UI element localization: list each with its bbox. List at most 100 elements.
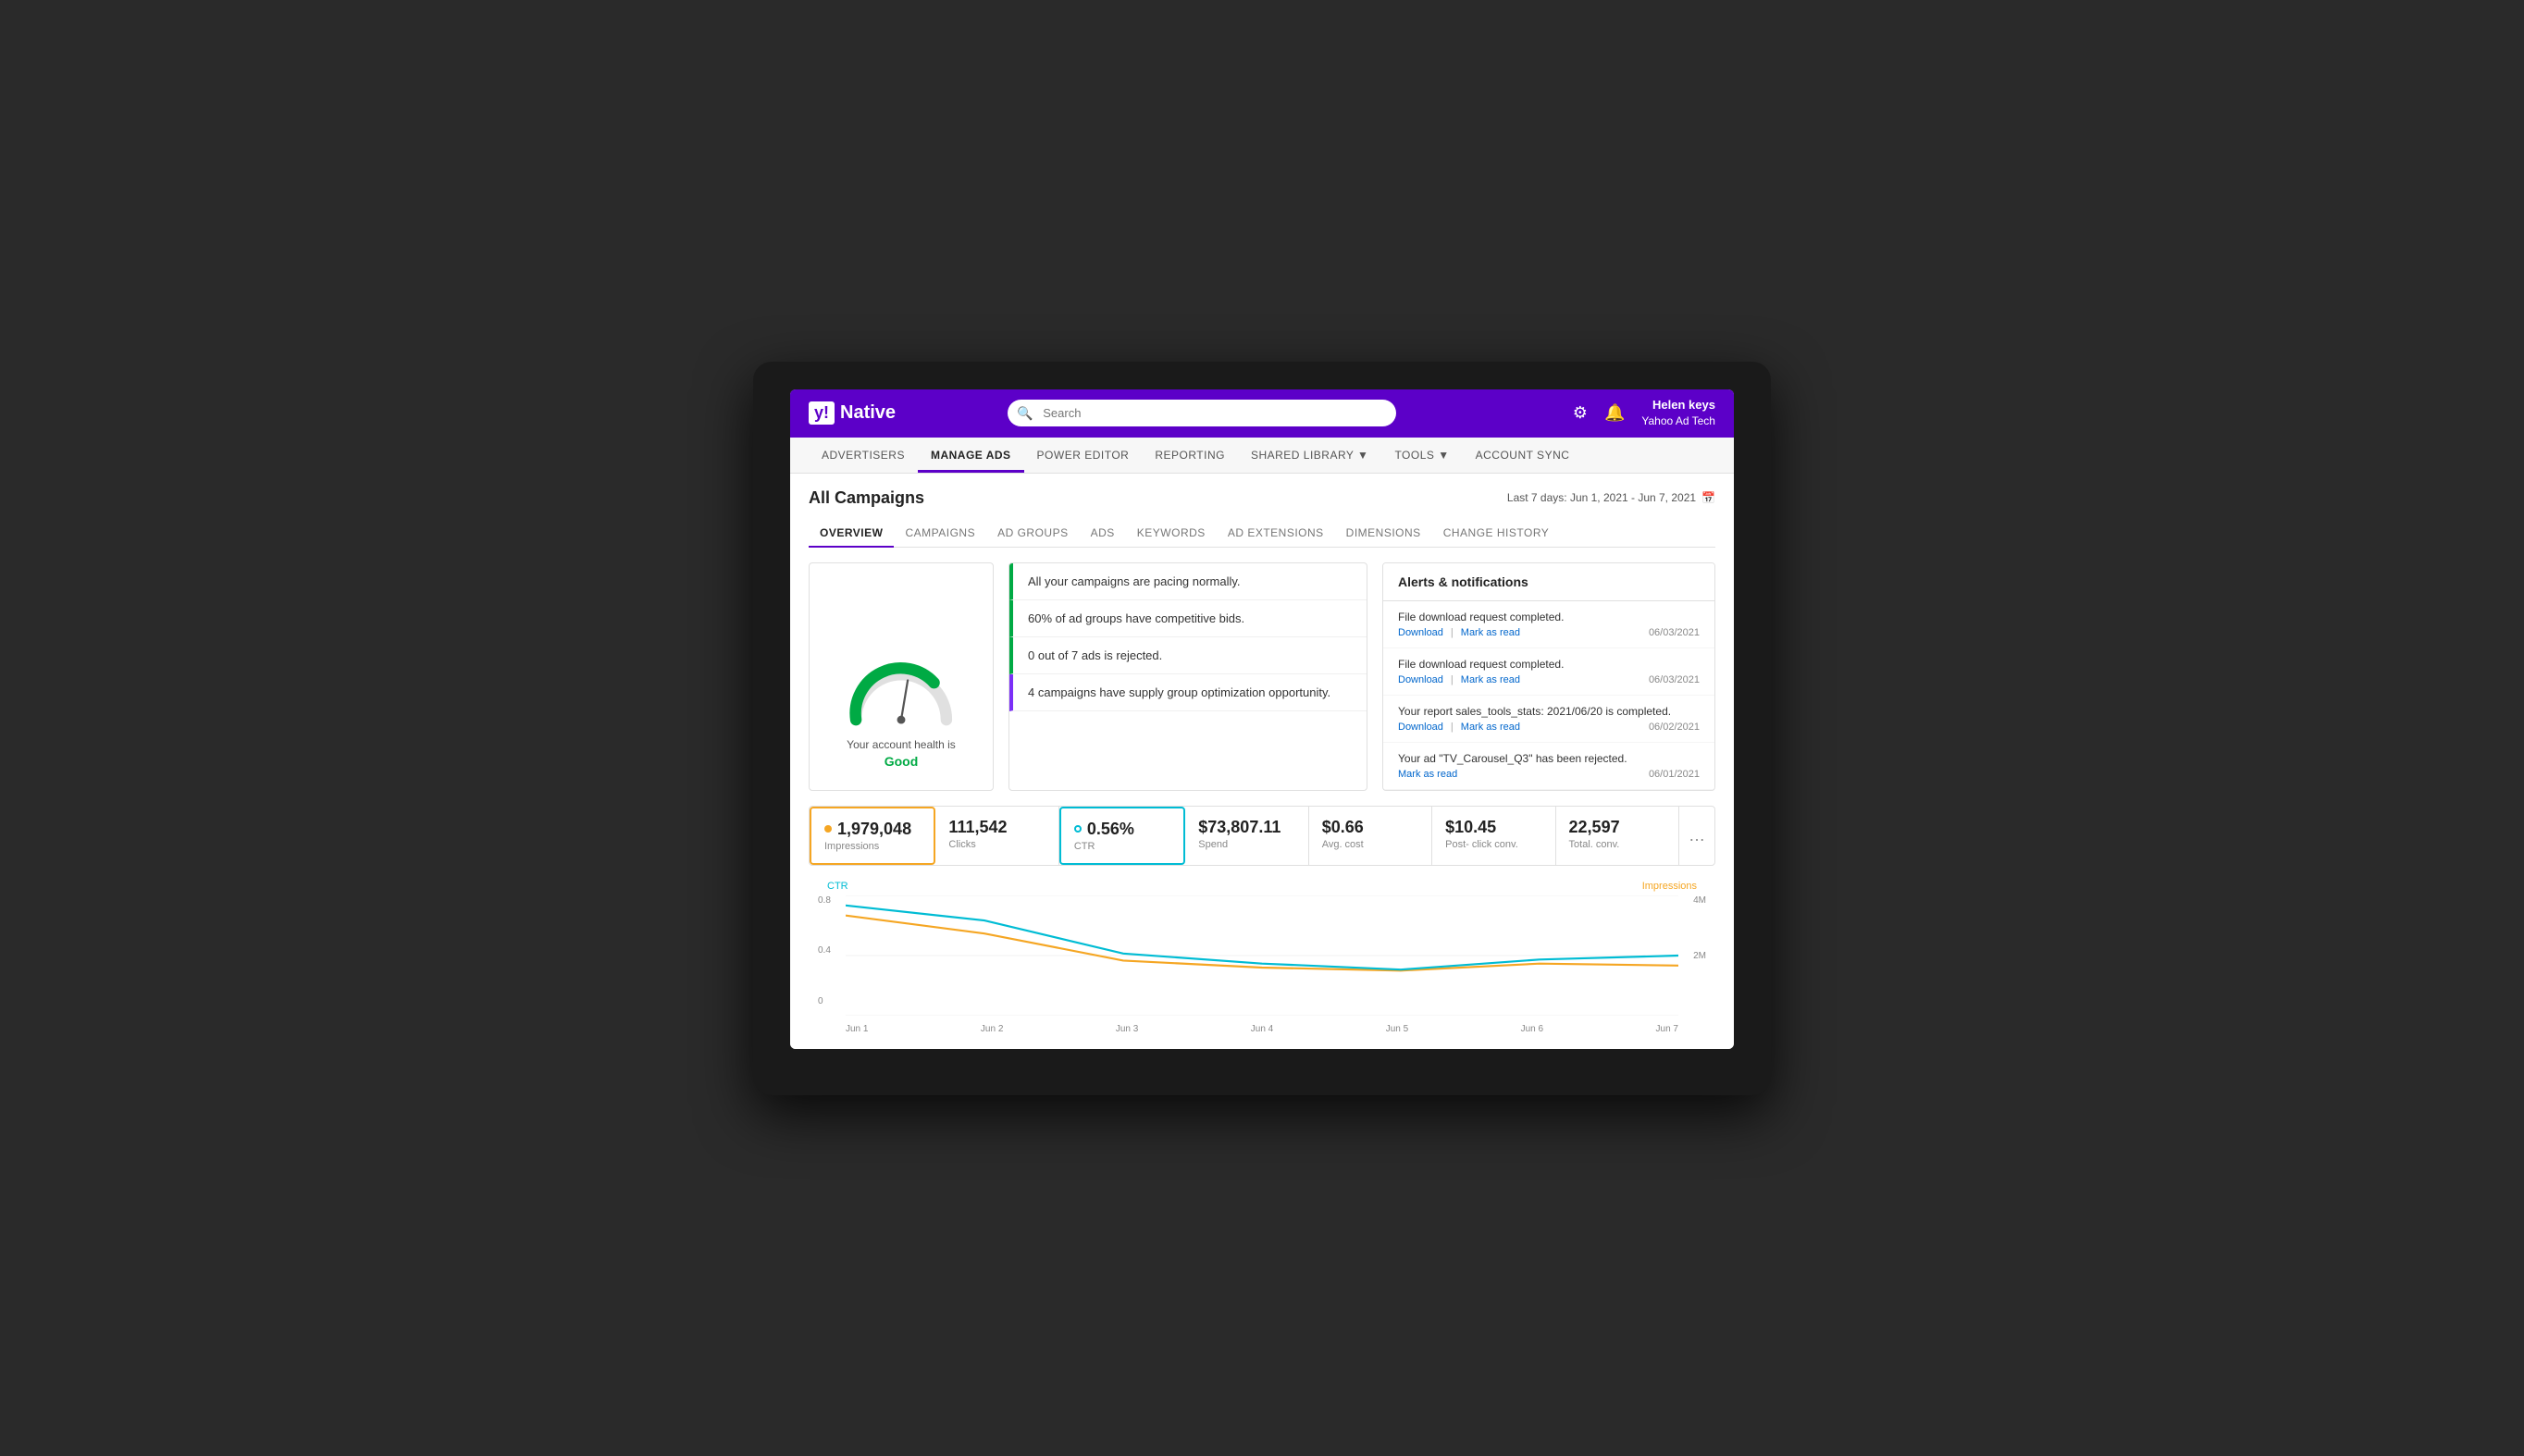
metric-post-click[interactable]: $10.45 Post- click conv.: [1432, 807, 1555, 865]
alerts-header: Alerts & notifications: [1383, 563, 1714, 601]
alerts-panel: Alerts & notifications File download req…: [1382, 562, 1715, 791]
metric-impressions[interactable]: 1,979,048 Impressions: [810, 807, 935, 865]
chart-wrapper: 0.8 0.4 0 4M 2M: [818, 895, 1706, 1034]
logo-area: y! Native: [809, 401, 920, 425]
alert-item-1: File download request completed. Downloa…: [1383, 601, 1714, 648]
alert-4-date: 06/01/2021: [1649, 769, 1700, 780]
nav-shared-library[interactable]: SHARED LIBRARY ▼: [1238, 438, 1381, 473]
health-description: Your account health is: [847, 738, 956, 751]
nav-reporting[interactable]: REPORTING: [1142, 438, 1238, 473]
bell-icon[interactable]: 🔔: [1604, 403, 1625, 423]
chart-svg: [846, 895, 1678, 1016]
alert-actions-3: Download | Mark as read 06/02/2021: [1398, 722, 1700, 733]
nav-right: ⚙ 🔔 Helen keys Yahoo Ad Tech: [1573, 397, 1715, 429]
tab-campaigns[interactable]: CAMPAIGNS: [894, 519, 986, 547]
alert-3-download[interactable]: Download: [1398, 722, 1443, 733]
alert-item-3: Your report sales_tools_stats: 2021/06/2…: [1383, 696, 1714, 743]
info-item-ads: 0 out of 7 ads is rejected.: [1009, 637, 1367, 674]
tab-keywords[interactable]: KEYWORDS: [1126, 519, 1217, 547]
calendar-icon[interactable]: 📅: [1701, 491, 1715, 504]
alert-2-download[interactable]: Download: [1398, 674, 1443, 685]
alert-actions-2: Download | Mark as read 06/03/2021: [1398, 674, 1700, 685]
metric-ctr[interactable]: 0.56% CTR: [1059, 807, 1185, 865]
user-info: Helen keys Yahoo Ad Tech: [1641, 397, 1715, 429]
search-bar: 🔍: [1008, 400, 1396, 426]
impressions-line: [846, 915, 1678, 970]
metric-total-conv-value: 22,597: [1569, 818, 1665, 837]
metric-post-click-label: Post- click conv.: [1445, 839, 1541, 850]
alert-3-mark-read[interactable]: Mark as read: [1461, 722, 1520, 733]
page-content: All Campaigns Last 7 days: Jun 1, 2021 -…: [790, 474, 1734, 1049]
x-jun5: Jun 5: [1386, 1024, 1408, 1034]
x-jun7: Jun 7: [1656, 1024, 1678, 1034]
metric-total-conv-label: Total. conv.: [1569, 839, 1665, 850]
y-axis-left: 0.8 0.4 0: [818, 895, 831, 1006]
nav-power-editor[interactable]: POWER EDITOR: [1024, 438, 1143, 473]
ctr-line: [846, 905, 1678, 969]
alert-2-date: 06/03/2021: [1649, 674, 1700, 685]
alert-actions-1: Download | Mark as read 06/03/2021: [1398, 627, 1700, 638]
tab-ads[interactable]: ADS: [1080, 519, 1126, 547]
tab-ad-extensions[interactable]: AD EXTENSIONS: [1217, 519, 1335, 547]
search-input[interactable]: [1008, 400, 1396, 426]
y-right-4m: 4M: [1693, 895, 1706, 906]
date-range-text: Last 7 days: Jun 1, 2021 - Jun 7, 2021: [1507, 491, 1696, 504]
x-jun4: Jun 4: [1251, 1024, 1273, 1034]
overview-section: Your account health is Good All your cam…: [809, 562, 1715, 791]
info-panel: All your campaigns are pacing normally. …: [1008, 562, 1367, 791]
sub-tabs: OVERVIEW CAMPAIGNS AD GROUPS ADS KEYWORD…: [809, 519, 1715, 548]
nav-advertisers[interactable]: ADVERTISERS: [809, 438, 918, 473]
alert-1-mark-read[interactable]: Mark as read: [1461, 627, 1520, 638]
x-jun1: Jun 1: [846, 1024, 868, 1034]
y-left-0: 0: [818, 996, 831, 1006]
nav-account-sync[interactable]: ACCOUNT SYNC: [1463, 438, 1583, 473]
yahoo-y-logo: y!: [809, 401, 835, 425]
chart-area: CTR Impressions 0.8 0.4 0 4M 2M: [809, 881, 1715, 1034]
y-left-0.4: 0.4: [818, 945, 831, 956]
tab-change-history[interactable]: CHANGE HISTORY: [1432, 519, 1561, 547]
metric-clicks-label: Clicks: [948, 839, 1045, 850]
alert-text-4: Your ad "TV_Carousel_Q3" has been reject…: [1398, 752, 1700, 765]
metric-avg-cost-value: $0.66: [1322, 818, 1418, 837]
alert-1-date: 06/03/2021: [1649, 627, 1700, 638]
alert-2-mark-read[interactable]: Mark as read: [1461, 674, 1520, 685]
metric-total-conv[interactable]: 22,597 Total. conv.: [1556, 807, 1679, 865]
page-header: All Campaigns Last 7 days: Jun 1, 2021 -…: [809, 488, 1715, 508]
gauge-chart: [836, 654, 966, 728]
search-icon: 🔍: [1017, 405, 1033, 421]
metric-spend-value: $73,807.11: [1198, 818, 1294, 837]
nav-manage-ads[interactable]: MANAGE ADS: [918, 438, 1024, 473]
user-name: Helen keys: [1641, 397, 1715, 413]
metric-avg-cost[interactable]: $0.66 Avg. cost: [1309, 807, 1432, 865]
metric-avg-cost-label: Avg. cost: [1322, 839, 1418, 850]
nav-tools[interactable]: TOOLS ▼: [1381, 438, 1462, 473]
y-right-2m: 2M: [1693, 951, 1706, 961]
x-jun2: Jun 2: [981, 1024, 1003, 1034]
metric-spend[interactable]: $73,807.11 Spend: [1185, 807, 1308, 865]
metric-post-click-value: $10.45: [1445, 818, 1541, 837]
info-item-bids: 60% of ad groups have competitive bids.: [1009, 600, 1367, 637]
tab-dimensions[interactable]: DIMENSIONS: [1335, 519, 1432, 547]
x-axis: Jun 1 Jun 2 Jun 3 Jun 4 Jun 5 Jun 6 Jun …: [846, 1024, 1678, 1034]
metric-clicks[interactable]: 111,542 Clicks: [935, 807, 1058, 865]
metric-more-button[interactable]: …: [1679, 807, 1714, 865]
health-status: Good: [885, 754, 919, 769]
health-card: Your account health is Good: [809, 562, 994, 791]
top-navigation: y! Native 🔍 ⚙ 🔔 Helen keys Yahoo Ad Tech: [790, 389, 1734, 438]
x-jun3: Jun 3: [1116, 1024, 1138, 1034]
metric-impressions-value: 1,979,048: [824, 820, 921, 839]
tab-ad-groups[interactable]: AD GROUPS: [986, 519, 1080, 547]
legend-imp: Impressions: [1642, 881, 1697, 892]
main-navigation: ADVERTISERS MANAGE ADS POWER EDITOR REPO…: [790, 438, 1734, 474]
chart-legend: CTR Impressions: [818, 881, 1706, 892]
alert-1-download[interactable]: Download: [1398, 627, 1443, 638]
metric-ctr-value: 0.56%: [1074, 820, 1170, 839]
metrics-row: 1,979,048 Impressions 111,542 Clicks 0.5…: [809, 806, 1715, 866]
alert-item-4: Your ad "TV_Carousel_Q3" has been reject…: [1383, 743, 1714, 790]
gear-icon[interactable]: ⚙: [1573, 403, 1588, 423]
user-company: Yahoo Ad Tech: [1641, 413, 1715, 429]
alert-4-mark-read[interactable]: Mark as read: [1398, 769, 1457, 780]
alert-item-2: File download request completed. Downloa…: [1383, 648, 1714, 696]
tab-overview[interactable]: OVERVIEW: [809, 519, 894, 547]
metric-spend-label: Spend: [1198, 839, 1294, 850]
